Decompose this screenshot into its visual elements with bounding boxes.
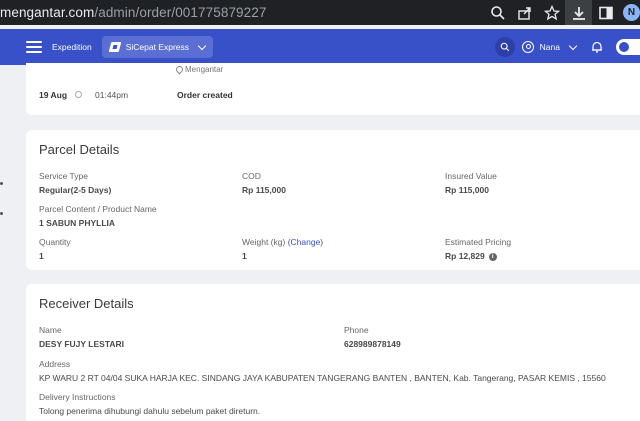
star-icon[interactable] <box>538 0 565 25</box>
timeline-time: 01:44pm <box>95 90 129 100</box>
user-menu[interactable]: Nana <box>521 41 578 53</box>
weight-value: 1 <box>242 251 247 261</box>
cod-label: COD <box>242 171 261 181</box>
location-pin-icon <box>174 64 185 75</box>
chevron-down-icon <box>568 41 578 50</box>
parcel-details-card: Parcel Details Service Type Regular(2-5 … <box>26 130 640 270</box>
pricing-value: Rp 12,829 <box>445 251 485 261</box>
quantity-value: 1 <box>39 251 44 261</box>
parcel-title: Parcel Details <box>39 142 120 157</box>
delivery-instructions-value: Tolong penerima dihubungi dahulu sebelum… <box>39 406 261 416</box>
sidebar-marker <box>0 212 3 215</box>
pricing-label: Estimated Pricing <box>445 237 512 247</box>
receiver-details-card: Receiver Details Name DESY FUJY LESTARI … <box>26 284 640 421</box>
pricing-group: Rp 12,829 i <box>445 251 497 261</box>
receiver-name-value: DESY FUJY LESTARI <box>39 339 125 349</box>
theme-toggle[interactable] <box>616 39 640 55</box>
header-search-button[interactable] <box>494 37 515 57</box>
chevron-down-icon <box>197 41 207 50</box>
expedition-label: Expedition <box>52 42 92 52</box>
user-icon <box>521 41 534 53</box>
sidebar-icon[interactable] <box>592 0 619 25</box>
share-icon[interactable] <box>511 0 538 25</box>
content-value: 1 SABUN PHYLLIA <box>39 218 116 228</box>
timeline-card: Mengantar 19 Aug 01:44pm Order created <box>26 63 640 115</box>
receiver-phone-value: 628989878149 <box>344 339 401 349</box>
info-icon[interactable]: i <box>488 252 497 261</box>
delivery-instructions-label: Delivery Instructions <box>39 392 116 402</box>
weight-label: Weight (kg) <box>242 237 286 247</box>
insured-value: Rp 115,000 <box>445 185 489 195</box>
weight-label-group: Weight (kg) (Change) <box>242 237 323 247</box>
app-header: Expedition SiCepat Express Nana <box>0 29 640 65</box>
location-text: Mengantar <box>185 65 224 74</box>
browser-toolbar: mengantar.com/admin/order/001775879227 N <box>0 0 640 25</box>
bell-icon[interactable] <box>590 40 604 54</box>
download-icon[interactable] <box>565 0 592 25</box>
timeline-location: Mengantar <box>174 64 224 75</box>
address-bar[interactable]: mengantar.com/admin/order/001775879227 <box>0 5 484 20</box>
sidebar-marker <box>0 182 3 185</box>
receiver-title: Receiver Details <box>39 296 134 311</box>
profile-avatar[interactable]: N <box>623 4 640 21</box>
service-type-value: Regular(2-5 Days) <box>39 185 112 195</box>
service-type-label: Service Type <box>39 171 88 181</box>
menu-icon[interactable] <box>26 41 42 53</box>
clock-icon <box>75 91 82 98</box>
change-weight-link[interactable]: (Change) <box>288 237 323 247</box>
url-host: mengantar.com <box>0 5 95 20</box>
quantity-label: Quantity <box>39 237 71 247</box>
search-icon <box>500 42 509 52</box>
download-wrap <box>565 0 592 25</box>
user-name: Nana <box>539 42 560 52</box>
courier-name: SiCepat Express <box>125 42 190 52</box>
cod-value: Rp 115,000 <box>242 185 286 195</box>
receiver-address-label: Address <box>39 359 71 369</box>
content-label: Parcel Content / Product Name <box>39 204 157 214</box>
left-sidebar-edge <box>0 65 26 421</box>
receiver-address-value: KP WARU 2 RT 04/04 SUKA HARJA KEC. SINDA… <box>39 373 606 383</box>
timeline-date: 19 Aug <box>39 90 68 100</box>
timeline-status: Order created <box>177 90 233 100</box>
courier-select[interactable]: SiCepat Express <box>101 36 214 58</box>
search-icon[interactable] <box>484 0 511 25</box>
url-path: /admin/order/001775879227 <box>94 5 267 20</box>
receiver-phone-label: Phone <box>344 325 369 335</box>
insured-label: Insured Value <box>445 171 497 181</box>
receiver-name-label: Name <box>39 325 62 335</box>
courier-logo-icon <box>108 42 122 52</box>
